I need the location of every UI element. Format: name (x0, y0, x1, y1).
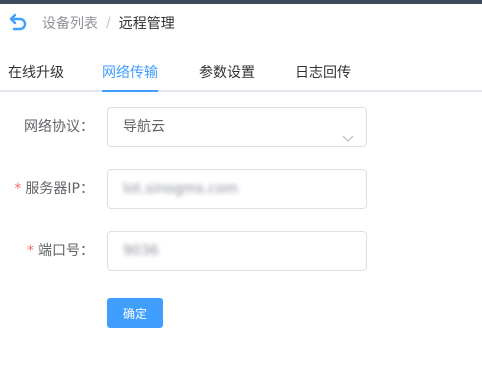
port-input[interactable]: 9036 (107, 231, 367, 271)
required-mark: * (14, 181, 22, 197)
tab-online-upgrade[interactable]: 在线升级 (8, 62, 64, 92)
protocol-select-value: 导航云 (123, 119, 165, 135)
breadcrumb: 设备列表 / 远程管理 (8, 12, 175, 34)
top-strip (0, 0, 482, 4)
breadcrumb-parent-link[interactable]: 设备列表 (42, 13, 98, 33)
confirm-button[interactable]: 确定 (107, 298, 163, 328)
server-ip-label-wrap: * 服务器IP： (14, 169, 94, 209)
server-ip-value: lot.sinogms.com (123, 181, 239, 197)
port-value: 9036 (123, 243, 159, 259)
server-ip-label: 服务器IP： (25, 181, 94, 197)
port-label-wrap: * 端口号： (24, 231, 94, 271)
server-ip-input[interactable]: lot.sinogms.com (107, 169, 367, 209)
chevron-down-icon (342, 121, 354, 142)
tab-network-transfer[interactable]: 网络传输 (102, 62, 158, 92)
back-arrow-icon[interactable] (8, 13, 28, 33)
tab-log-upload[interactable]: 日志回传 (295, 62, 351, 92)
port-label: 端口号： (38, 243, 94, 259)
breadcrumb-separator: / (106, 15, 111, 31)
tab-bar: 在线升级 网络传输 参数设置 日志回传 (0, 62, 482, 92)
breadcrumb-current: 远程管理 (118, 16, 175, 32)
required-mark: * (27, 243, 34, 259)
protocol-select[interactable]: 导航云 (107, 107, 367, 147)
protocol-label: 网络协议： (24, 119, 94, 135)
active-tab-indicator (102, 90, 158, 92)
tab-parameter-settings[interactable]: 参数设置 (199, 62, 255, 92)
